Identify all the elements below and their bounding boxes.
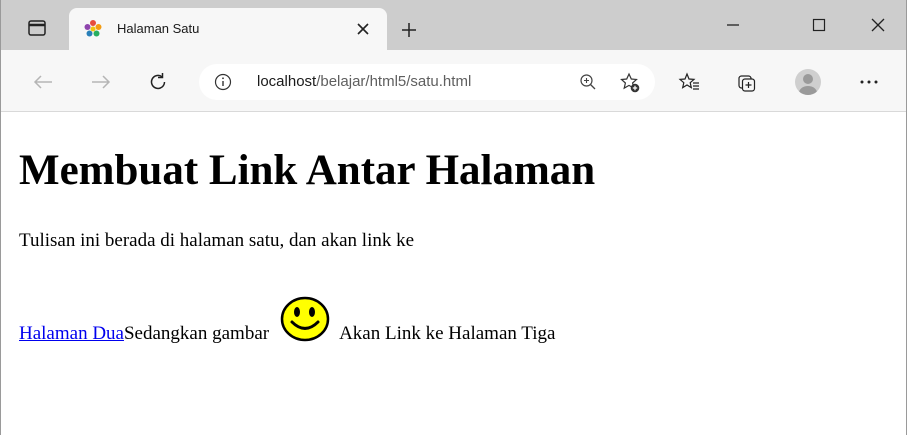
more-button[interactable]: [853, 66, 885, 98]
close-icon: [357, 23, 369, 35]
tab-title: Halaman Satu: [117, 21, 200, 36]
favorites-icon: [678, 72, 699, 90]
close-icon: [871, 18, 885, 32]
collections-button[interactable]: [731, 66, 763, 98]
forward-button[interactable]: [85, 66, 117, 98]
url-text: localhost/belajar/html5/satu.html: [257, 73, 471, 90]
intro-paragraph: Tulisan ini berada di halaman satu, dan …: [19, 230, 415, 251]
smiley-face-icon[interactable]: [279, 295, 331, 343]
info-icon[interactable]: [214, 73, 232, 91]
title-bar: Halaman Satu: [1, 0, 906, 50]
maximize-button[interactable]: [796, 8, 842, 42]
text-sedangkan-gambar: Sedangkan gambar: [123, 323, 270, 344]
tab-actions-icon: [28, 20, 46, 36]
collections-icon: [738, 75, 756, 92]
refresh-button[interactable]: [142, 66, 174, 98]
favorites-button[interactable]: [673, 66, 705, 98]
page-content: Membuat Link Antar Halaman Tulisan ini b…: [1, 113, 906, 435]
browser-window: Halaman Satu localhost/belajar/html5/sat…: [0, 0, 907, 435]
url-host: localhost: [257, 73, 317, 90]
url-path: /belajar/html5/satu.html: [316, 73, 472, 90]
profile-button[interactable]: [792, 66, 824, 98]
tab-halaman-satu[interactable]: Halaman Satu: [69, 8, 387, 50]
page-favicon: [84, 20, 102, 37]
minimize-button[interactable]: [710, 8, 756, 42]
page-heading: Membuat Link Antar Halaman: [19, 147, 596, 194]
text-link-halaman-tiga: Akan Link ke Halaman Tiga: [339, 323, 556, 344]
browser-toolbar: localhost/belajar/html5/satu.html: [1, 50, 906, 112]
maximize-icon: [812, 18, 826, 32]
plus-icon: [402, 23, 416, 37]
refresh-icon: [150, 73, 166, 90]
new-tab-button[interactable]: [397, 18, 421, 42]
arrow-right-icon: [92, 75, 111, 89]
zoom-in-icon[interactable]: [579, 73, 597, 91]
links-line: Halaman Dua Sedangkan gambar Akan Link k…: [19, 285, 555, 345]
back-button[interactable]: [27, 66, 59, 98]
arrow-left-icon: [33, 75, 52, 89]
tab-actions-button[interactable]: [17, 14, 57, 42]
link-halaman-dua[interactable]: Halaman Dua: [19, 323, 124, 345]
avatar: [795, 69, 821, 95]
address-bar[interactable]: localhost/belajar/html5/satu.html: [199, 64, 655, 100]
star-plus-icon[interactable]: [619, 72, 641, 94]
close-window-button[interactable]: [855, 8, 901, 42]
tab-close-button[interactable]: [351, 17, 375, 41]
minimize-icon: [727, 24, 739, 26]
more-icon: [860, 80, 878, 84]
